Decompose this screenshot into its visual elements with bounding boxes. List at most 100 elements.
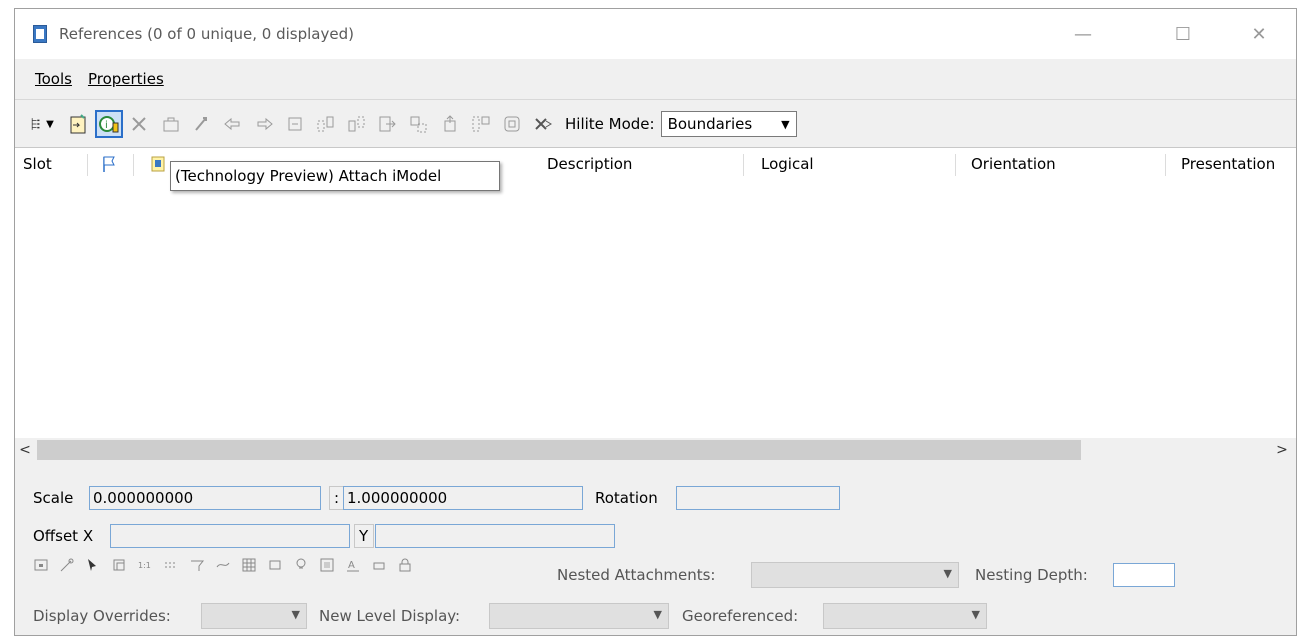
print-icon[interactable] [371,557,387,573]
chevron-down-icon: ▼ [943,567,952,580]
column-header-flag[interactable] [101,148,117,180]
reload-icon [163,117,179,132]
clip-back-button[interactable] [500,112,524,136]
clip-volume-icon[interactable] [189,557,205,573]
rotation-label: Rotation [595,489,658,507]
rotate-button[interactable] [283,112,307,136]
display-overrides-select[interactable]: ▼ [201,603,307,629]
toolbar: ▼ i Hilite Mode: Boundaries ▼ [15,99,1296,148]
reload-button[interactable] [159,112,183,136]
column-header-file[interactable] [151,148,165,180]
attach-imodel-button[interactable]: i [95,110,123,138]
level-display-icon[interactable] [241,557,257,573]
mirror-horizontal-icon [317,116,334,132]
chevron-down-icon: ▼ [291,608,300,621]
ignore-attachment-icon[interactable] [111,557,127,573]
mirror-vertical-icon [348,116,365,132]
attach-imodel-icon: i [99,116,119,133]
rotate-icon [288,117,302,131]
mirror-vertical-button[interactable] [345,112,369,136]
svg-text:1:1: 1:1 [138,561,151,570]
detach-icon [132,117,146,131]
flag-icon [103,156,115,172]
copy-icon [224,117,240,131]
detach-button[interactable] [128,112,152,136]
column-header-presentation[interactable]: Presentation [1181,148,1275,180]
tree-view-dropdown-button[interactable]: ▼ [25,112,59,136]
scrollbar-thumb[interactable] [37,440,1081,460]
scale-label: Scale [33,489,74,507]
georeferenced-select[interactable]: ▼ [823,603,987,629]
tree-icon [31,118,40,130]
clip-boundary-button[interactable] [376,112,400,136]
menu-tools[interactable]: Tools [35,70,72,88]
light-icon[interactable] [293,557,309,573]
column-header-logical[interactable]: Logical [761,148,814,180]
tooltip: (Technology Preview) Attach iModel [170,161,500,191]
scale-field-2[interactable]: 1.000000000 [343,486,583,510]
attach-reference-icon [70,114,86,134]
scroll-left-icon[interactable]: < [15,442,35,458]
raster-icon[interactable] [319,557,335,573]
clip-boundary-icon [379,116,396,132]
mirror-horizontal-button[interactable] [314,112,338,136]
lock-icon[interactable] [397,557,413,573]
true-scale-icon[interactable]: 1:1 [137,557,153,573]
svg-text:A: A [348,560,355,571]
scale-field-1[interactable]: 0.000000000 [89,486,321,510]
display-icon[interactable] [33,557,49,573]
references-list[interactable]: Slot Description Logical Orientation Pre… [15,147,1296,439]
clip-mask-icon [410,116,427,133]
chevron-down-icon: ▼ [46,118,54,130]
horizontal-scrollbar[interactable]: < > [15,438,1296,462]
snap-icon[interactable] [59,557,75,573]
georeferenced-label: Georeferenced: [682,607,799,625]
chevron-down-icon: ▼ [971,608,980,621]
hilite-mode-value: Boundaries [667,115,753,133]
column-header-description[interactable]: Description [547,148,632,180]
close-button[interactable]: ✕ [1236,9,1282,59]
nested-attachments-select[interactable]: ▼ [751,562,959,588]
clip-back-icon [504,116,520,132]
offset-y-field[interactable] [375,524,615,548]
svg-text:i: i [105,120,108,131]
display-overrides-label: Display Overrides: [33,607,171,625]
scale-button[interactable] [252,112,276,136]
exchange-button[interactable] [531,112,555,136]
references-window: References (0 of 0 unique, 0 displayed) … [14,8,1297,636]
nested-attachments-label: Nested Attachments: [557,566,716,584]
scale-line-styles-icon[interactable] [163,557,179,573]
offset-x-field[interactable] [110,524,350,548]
offset-y-label: Y [354,524,374,548]
clip-mask-icon[interactable] [215,557,231,573]
column-header-orientation[interactable]: Orientation [971,148,1056,180]
new-level-display-select[interactable]: ▼ [489,603,669,629]
exchange-icon [535,118,552,130]
locate-icon[interactable] [85,557,101,573]
move-icon [195,117,207,131]
minimize-button[interactable]: — [1060,9,1106,59]
treat-as-element-icon[interactable] [267,557,283,573]
clip-delete-button[interactable] [438,112,462,136]
document-icon [33,25,47,43]
menu-properties[interactable]: Properties [88,70,164,88]
move-button[interactable] [190,112,214,136]
nesting-depth-field[interactable] [1113,563,1175,587]
clip-delete-icon [444,115,456,132]
display-toggles: 1:1 A [33,557,423,573]
scroll-right-icon[interactable]: > [1272,442,1292,458]
attach-reference-button[interactable] [66,112,90,136]
hilite-mode-select[interactable]: Boundaries ▼ [660,111,797,137]
new-level-display-label: New Level Display: [319,607,461,625]
clip-front-icon [472,116,490,132]
copy-button[interactable] [221,112,245,136]
clip-front-button[interactable] [469,112,493,136]
text-style-icon[interactable]: A [345,557,361,573]
column-header-slot[interactable]: Slot [23,148,52,180]
clip-mask-button[interactable] [407,112,431,136]
menu-bar: Tools Properties [15,59,1296,99]
maximize-button[interactable]: ☐ [1160,9,1206,59]
offset-x-label: Offset X [33,527,94,545]
rotation-field[interactable] [676,486,840,510]
scale-icon [257,117,273,131]
